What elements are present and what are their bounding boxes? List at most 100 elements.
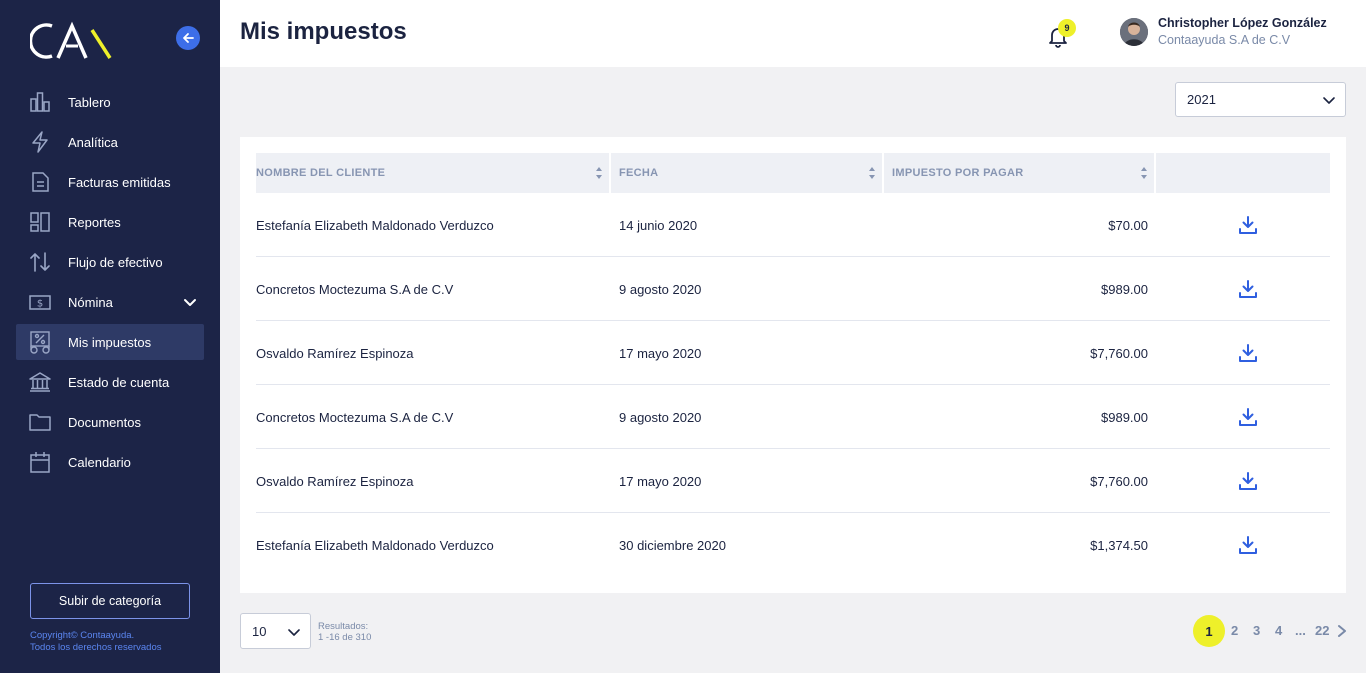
svg-text:$: $: [37, 299, 43, 310]
bar-chart-icon: [28, 90, 52, 114]
top-header: Mis impuestos 9 Christopher López Gonzál…: [220, 0, 1366, 67]
tax-amount: $7,760.00: [1090, 474, 1148, 489]
sidebar-item-documentos[interactable]: Documentos: [16, 404, 204, 440]
sidebar-item-facturas[interactable]: Facturas emitidas: [16, 164, 204, 200]
upgrade-category-button[interactable]: Subir de categoría: [30, 583, 190, 619]
sort-icon: [1141, 167, 1147, 179]
download-icon[interactable]: [1238, 471, 1258, 491]
table-row: Osvaldo Ramírez Espinoza 17 mayo 2020 $7…: [256, 321, 1330, 385]
client-name: Estefanía Elizabeth Maldonado Verduzco: [256, 538, 494, 553]
table-row: Osvaldo Ramírez Espinoza 17 mayo 2020 $7…: [256, 449, 1330, 513]
chevron-down-icon: [1323, 97, 1335, 104]
table-row: Concretos Moctezuma S.A de C.V 9 agosto …: [256, 257, 1330, 321]
download-icon[interactable]: [1238, 535, 1258, 555]
sidebar-item-calendario[interactable]: Calendario: [16, 444, 204, 480]
lightning-icon: [28, 130, 52, 154]
sidebar-item-label: Facturas emitidas: [68, 174, 171, 190]
client-name: Osvaldo Ramírez Espinoza: [256, 474, 414, 489]
column-header-label: FECHA: [619, 167, 659, 179]
client-name: Concretos Moctezuma S.A de C.V: [256, 410, 454, 425]
tax-date: 30 diciembre 2020: [619, 538, 726, 553]
arrow-left-icon: [183, 33, 194, 43]
table-row: Concretos Moctezuma S.A de C.V 9 agosto …: [256, 385, 1330, 449]
results-summary: Resultados: 1 -16 de 310: [318, 621, 371, 643]
tax-date: 14 junio 2020: [619, 218, 698, 233]
column-header-actions: [1156, 153, 1330, 193]
document-icon: [28, 170, 52, 194]
chevron-right-icon[interactable]: [1336, 623, 1348, 639]
download-icon[interactable]: [1238, 407, 1258, 427]
sort-icon: [596, 167, 602, 179]
sidebar-item-label: Calendario: [68, 454, 131, 470]
column-header-label: IMPUESTO POR PAGAR: [892, 167, 1024, 179]
column-header-client[interactable]: NOMBRE DEL CLIENTE: [256, 153, 609, 193]
column-header-label: NOMBRE DEL CLIENTE: [256, 167, 386, 179]
year-select-value: 2021: [1187, 92, 1216, 107]
tax-amount: $989.00: [1101, 410, 1148, 425]
sidebar-item-label: Documentos: [68, 414, 141, 430]
tax-amount: $1,374.50: [1090, 538, 1148, 553]
sidebar-item-label: Mis impuestos: [68, 334, 152, 350]
contaayuda-logo[interactable]: [30, 20, 114, 62]
sidebar-item-analitica[interactable]: Analítica: [16, 124, 204, 160]
per-page-select[interactable]: 10: [240, 613, 311, 649]
sidebar-item-label: Nómina: [68, 294, 113, 310]
column-header-date[interactable]: FECHA: [611, 153, 882, 193]
sidebar-nav: Tablero Analítica Facturas emitidas Repo…: [16, 84, 204, 484]
sidebar-item-flujo[interactable]: Flujo de efectivo: [16, 244, 204, 280]
tax-date: 9 agosto 2020: [619, 410, 702, 425]
download-icon[interactable]: [1238, 279, 1258, 299]
column-header-tax[interactable]: IMPUESTO POR PAGAR: [884, 153, 1154, 193]
folder-icon: [28, 410, 52, 434]
table-header: NOMBRE DEL CLIENTE FECHA IMPUESTO POR PA…: [256, 153, 1330, 193]
sidebar-item-label: Flujo de efectivo: [68, 254, 163, 270]
arrows-updown-icon: [28, 250, 52, 274]
sidebar-item-label: Analítica: [68, 134, 118, 150]
page-ellipsis: ...: [1295, 623, 1306, 638]
per-page-value: 10: [252, 623, 267, 639]
sidebar-item-mis-impuestos[interactable]: Mis impuestos: [16, 324, 204, 360]
client-name: Osvaldo Ramírez Espinoza: [256, 346, 414, 361]
avatar[interactable]: [1120, 18, 1148, 46]
client-name: Concretos Moctezuma S.A de C.V: [256, 282, 454, 297]
sidebar-item-label: Tablero: [68, 94, 111, 110]
sidebar-item-label: Reportes: [68, 214, 121, 230]
sidebar-item-tablero[interactable]: Tablero: [16, 84, 204, 120]
sidebar: Tablero Analítica Facturas emitidas Repo…: [0, 0, 220, 673]
table-body: Estefanía Elizabeth Maldonado Verduzco 1…: [256, 193, 1330, 577]
tax-amount: $70.00: [1108, 218, 1148, 233]
copyright-line: Copyright© Contaayuda.: [30, 630, 135, 641]
sidebar-item-label: Estado de cuenta: [68, 374, 170, 390]
results-range: 1 -16 de 310: [318, 632, 372, 643]
tax-amount: $7,760.00: [1090, 346, 1148, 361]
results-label: Resultados:: [318, 621, 369, 632]
page-button-2[interactable]: 2: [1231, 623, 1238, 638]
user-company: Contaayuda S.A de C.V: [1158, 33, 1291, 47]
sidebar-item-nomina[interactable]: $ Nómina: [16, 284, 204, 320]
year-select[interactable]: 2021: [1175, 82, 1346, 117]
tax-date: 9 agosto 2020: [619, 282, 702, 297]
page-button-4[interactable]: 4: [1275, 623, 1282, 638]
sidebar-item-estado-cuenta[interactable]: Estado de cuenta: [16, 364, 204, 400]
page-title: Mis impuestos: [240, 18, 407, 45]
client-name: Estefanía Elizabeth Maldonado Verduzco: [256, 218, 494, 233]
chevron-down-icon[interactable]: [182, 294, 198, 310]
page-button-22[interactable]: 22: [1315, 623, 1329, 638]
download-icon[interactable]: [1238, 215, 1258, 235]
calendar-icon: [28, 450, 52, 474]
table-row: Estefanía Elizabeth Maldonado Verduzco 3…: [256, 513, 1330, 577]
tax-amount: $989.00: [1101, 282, 1148, 297]
page-button-3[interactable]: 3: [1253, 623, 1260, 638]
notification-badge: 9: [1058, 19, 1076, 37]
dollar-bill-icon: $: [28, 290, 52, 314]
sidebar-item-reportes[interactable]: Reportes: [16, 204, 204, 240]
copyright: Copyright© Contaayuda. Todos los derecho…: [30, 630, 162, 654]
collapse-sidebar-button[interactable]: [176, 26, 200, 50]
chevron-down-icon: [288, 629, 300, 636]
page-button-1[interactable]: 1: [1193, 615, 1225, 647]
sort-icon: [869, 167, 875, 179]
taxes-table-card: NOMBRE DEL CLIENTE FECHA IMPUESTO POR PA…: [240, 137, 1346, 593]
tax-date: 17 mayo 2020: [619, 474, 702, 489]
download-icon[interactable]: [1238, 343, 1258, 363]
user-name: Christopher López González: [1158, 16, 1327, 30]
